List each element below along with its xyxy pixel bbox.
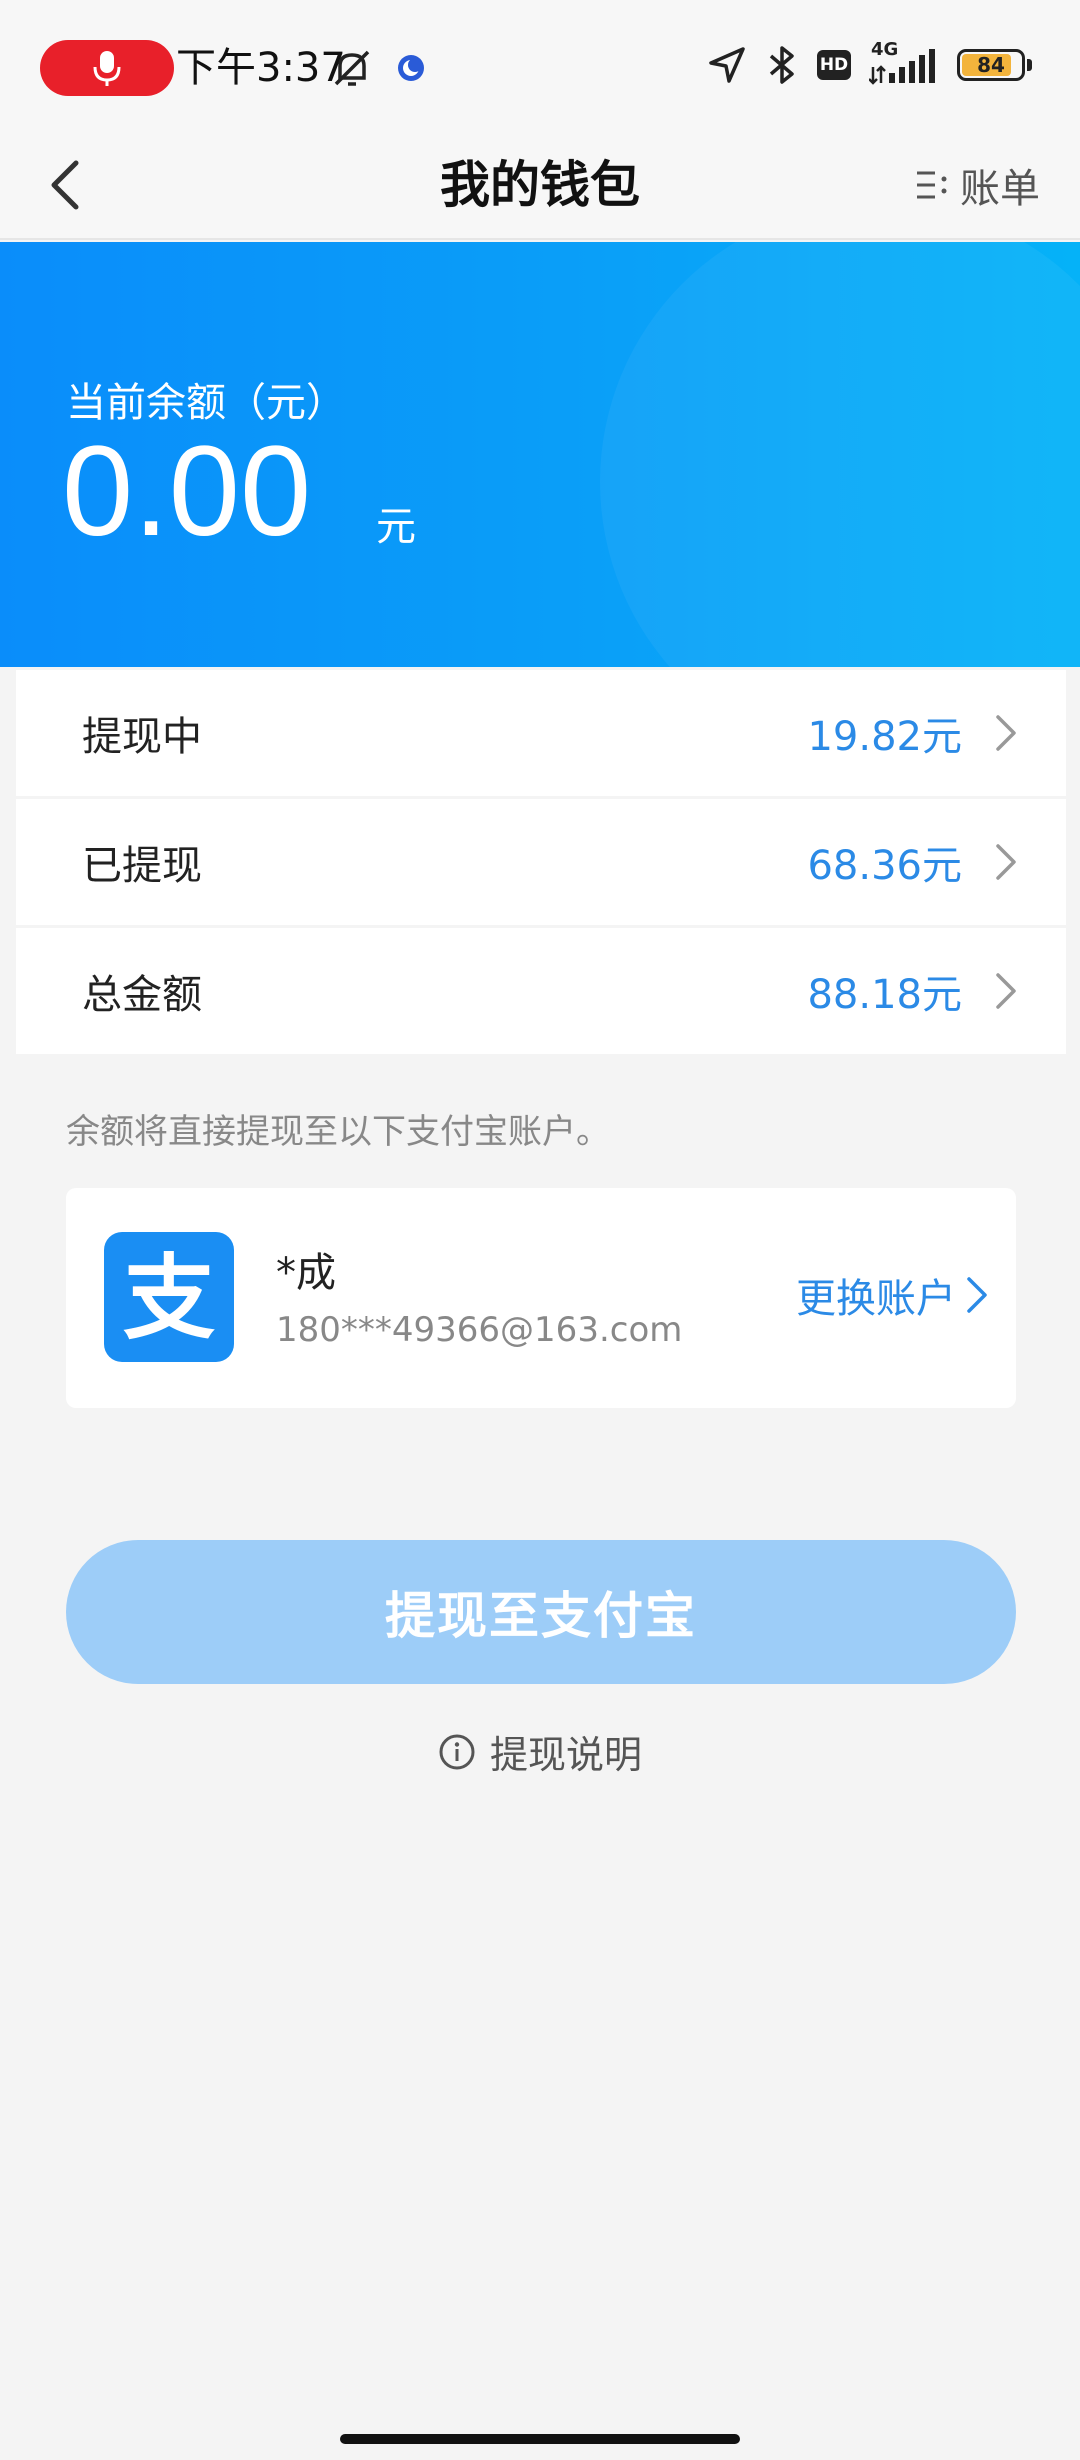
- background-decoration: [600, 242, 1080, 667]
- home-indicator[interactable]: [340, 2434, 740, 2444]
- chevron-right-icon: [986, 713, 1026, 753]
- withdraw-info-link[interactable]: 提现说明: [0, 1724, 1080, 1779]
- withdraw-info-label: 提现说明: [489, 1733, 642, 1777]
- alipay-icon: 支: [104, 1232, 234, 1362]
- location-arrow-icon: [709, 47, 745, 83]
- signal-icon: 4G: [869, 39, 939, 85]
- change-account-button[interactable]: 更换账户: [796, 1266, 988, 1324]
- row-total[interactable]: 总金额 88.18元: [16, 928, 1066, 1054]
- withdraw-to-alipay-button[interactable]: 提现至支付宝: [66, 1540, 1016, 1684]
- status-time: 下午3:37: [176, 45, 346, 91]
- bluetooth-icon: [769, 46, 794, 84]
- microphone-icon: [93, 51, 121, 86]
- row-value: 88.18元: [807, 972, 962, 1018]
- status-left-icons: [330, 46, 426, 90]
- change-account-label: 更换账户: [796, 1276, 956, 1322]
- chevron-right-icon: [986, 971, 1026, 1011]
- balance-header: 当前余额（元） 0.00 元: [0, 242, 1080, 667]
- chevron-right-icon: [967, 1277, 987, 1313]
- back-button[interactable]: [30, 150, 100, 220]
- battery-percentage: 84: [977, 53, 1005, 77]
- chevron-left-icon: [51, 160, 79, 210]
- nav-bar: 我的钱包 账单: [0, 130, 1080, 240]
- row-value: 68.36元: [807, 843, 962, 889]
- balance-unit: 元: [376, 504, 416, 550]
- row-withdrawing[interactable]: 提现中 19.82元: [16, 670, 1066, 796]
- status-bar: 下午3:37 HD 4G 84: [0, 0, 1080, 130]
- account-email: 180***49366@163.com: [276, 1310, 683, 1350]
- battery-icon: 84: [957, 49, 1025, 81]
- bell-muted-icon: [334, 50, 370, 86]
- row-label: 已提现: [82, 843, 202, 889]
- bill-label: 账单: [960, 166, 1040, 212]
- balance-amount: 0.00: [62, 420, 312, 563]
- alipay-account-card: 支 *成 180***49366@163.com 更换账户: [66, 1188, 1016, 1408]
- row-value: 19.82元: [807, 714, 962, 760]
- hd-badge: HD: [817, 50, 851, 80]
- bill-button[interactable]: 账单: [914, 155, 1040, 215]
- moon-app-icon: [398, 55, 424, 81]
- wallet-page: 下午3:37 HD 4G 84 我的钱包 账单 当前余额（元） 0.00 元 提…: [0, 0, 1080, 2460]
- withdraw-note: 余额将直接提现至以下支付宝账户。: [66, 1112, 610, 1152]
- row-label: 提现中: [82, 714, 202, 760]
- account-name: *成: [276, 1250, 336, 1296]
- chevron-right-icon: [986, 842, 1026, 882]
- screen-recording-indicator[interactable]: [40, 40, 174, 96]
- info-icon: [439, 1734, 475, 1769]
- row-withdrawn[interactable]: 已提现 68.36元: [16, 799, 1066, 925]
- list-icon: [917, 171, 947, 199]
- battery-indicator: 84: [957, 49, 1032, 81]
- svg-text:支: 支: [123, 1245, 215, 1352]
- row-label: 总金额: [82, 972, 202, 1018]
- status-right-icons: HD 4G 84: [707, 39, 1032, 86]
